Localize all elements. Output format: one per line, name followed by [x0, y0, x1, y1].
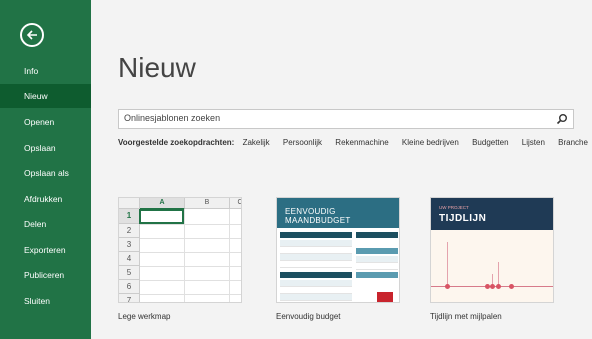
sidebar-item-sluiten[interactable]: Sluiten [0, 289, 91, 313]
milestone-dot [490, 284, 495, 289]
budget-section-bar [356, 272, 398, 278]
gridline [140, 238, 241, 239]
gridline [140, 294, 241, 295]
template-caption-tijdlijn[interactable]: Tijdlijn met mijlpalen [430, 312, 502, 321]
sidebar-item-opslaan[interactable]: Opslaan [0, 136, 91, 160]
active-cell [139, 209, 184, 224]
row-header-5: 5 [119, 266, 140, 280]
template-tijdlijn-met-mijlpalen[interactable]: UW PROJECT TIJDLIJN [430, 197, 554, 303]
budget-section-bar [356, 232, 398, 238]
back-button[interactable] [20, 23, 44, 47]
budget-header: EENVOUDIG MAANDBUDGET [277, 198, 399, 228]
suggestion-kleine-bedrijven[interactable]: Kleine bedrijven [402, 138, 459, 147]
budget-row [280, 247, 352, 254]
budget-row [280, 261, 352, 268]
template-caption-eenvoudig-budget[interactable]: Eenvoudig budget [276, 312, 341, 321]
gridline [140, 252, 241, 253]
row-header-3: 3 [119, 238, 140, 252]
timeline-project-label: UW PROJECT [439, 205, 469, 210]
sidebar-item-delen[interactable]: Delen [0, 212, 91, 236]
template-caption-lege-werkmap[interactable]: Lege werkmap [118, 312, 170, 321]
milestone-stem [498, 262, 499, 286]
suggested-searches: Voorgestelde zoekopdrachten: Zakelijk Pe… [118, 138, 588, 147]
budget-title: EENVOUDIG MAANDBUDGET [285, 207, 351, 225]
budget-section-bar [280, 232, 352, 238]
milestone-dot [445, 284, 450, 289]
template-lege-werkmap[interactable]: A B C 1 2 3 4 5 6 7 [118, 197, 242, 303]
sidebar-item-nieuw[interactable]: Nieuw [0, 84, 91, 108]
suggestion-lijsten[interactable]: Lijsten [522, 138, 545, 147]
row-header-1: 1 [119, 209, 141, 224]
grid-corner [119, 198, 140, 209]
sidebar-item-afdrukken[interactable]: Afdrukken [0, 187, 91, 211]
budget-row [280, 254, 352, 261]
main-panel: Nieuw Onlinesjablonen zoeken Voorgesteld… [91, 0, 592, 339]
sidebar-item-exporteren[interactable]: Exporteren [0, 238, 91, 262]
column-header-c: C [230, 198, 241, 209]
row-header-4: 4 [119, 252, 140, 266]
suggestion-budgetten[interactable]: Budgetten [472, 138, 508, 147]
sidebar-item-publiceren[interactable]: Publiceren [0, 263, 91, 287]
budget-row [280, 287, 352, 294]
timeline-body [431, 230, 553, 302]
sidebar-item-openen[interactable]: Openen [0, 110, 91, 134]
search-icon[interactable] [556, 113, 568, 125]
suggestion-zakelijk[interactable]: Zakelijk [243, 138, 270, 147]
suggestion-branche[interactable]: Branche [558, 138, 588, 147]
search-input[interactable]: Onlinesjablonen zoeken [124, 113, 220, 123]
search-box[interactable]: Onlinesjablonen zoeken [118, 109, 574, 129]
timeline-header: UW PROJECT TIJDLIJN [431, 198, 553, 230]
back-arrow-icon [26, 30, 37, 40]
column-header-b: B [185, 198, 230, 209]
budget-bar-chart [377, 292, 393, 302]
row-header-6: 6 [119, 280, 140, 294]
row-header-2: 2 [119, 224, 140, 238]
gridline [140, 266, 241, 267]
suggested-searches-label: Voorgestelde zoekopdrachten: [118, 138, 235, 147]
milestone-dot [509, 284, 514, 289]
template-eenvoudig-budget[interactable]: EENVOUDIG MAANDBUDGET [276, 197, 400, 303]
budget-section-bar [280, 272, 352, 278]
budget-row [356, 263, 398, 270]
timeline-title: TIJDLIJN [439, 213, 487, 224]
gridline [140, 280, 241, 281]
page-title: Nieuw [118, 52, 196, 83]
budget-row [280, 294, 352, 301]
budget-row [280, 240, 352, 247]
milestone-stem [447, 242, 448, 286]
row-header-7: 7 [119, 294, 140, 302]
milestone-dot [496, 284, 501, 289]
sidebar-item-opslaan-als[interactable]: Opslaan als [0, 161, 91, 185]
budget-section-bar [356, 248, 398, 254]
budget-row [280, 280, 352, 287]
suggestion-persoonlijk[interactable]: Persoonlijk [283, 138, 322, 147]
gridline [140, 224, 241, 225]
backstage-sidebar: Info Nieuw Openen Opslaan Opslaan als Af… [0, 0, 91, 339]
budget-row [356, 256, 398, 263]
suggestion-rekenmachine[interactable]: Rekenmachine [335, 138, 388, 147]
sidebar-item-info[interactable]: Info [0, 59, 91, 83]
